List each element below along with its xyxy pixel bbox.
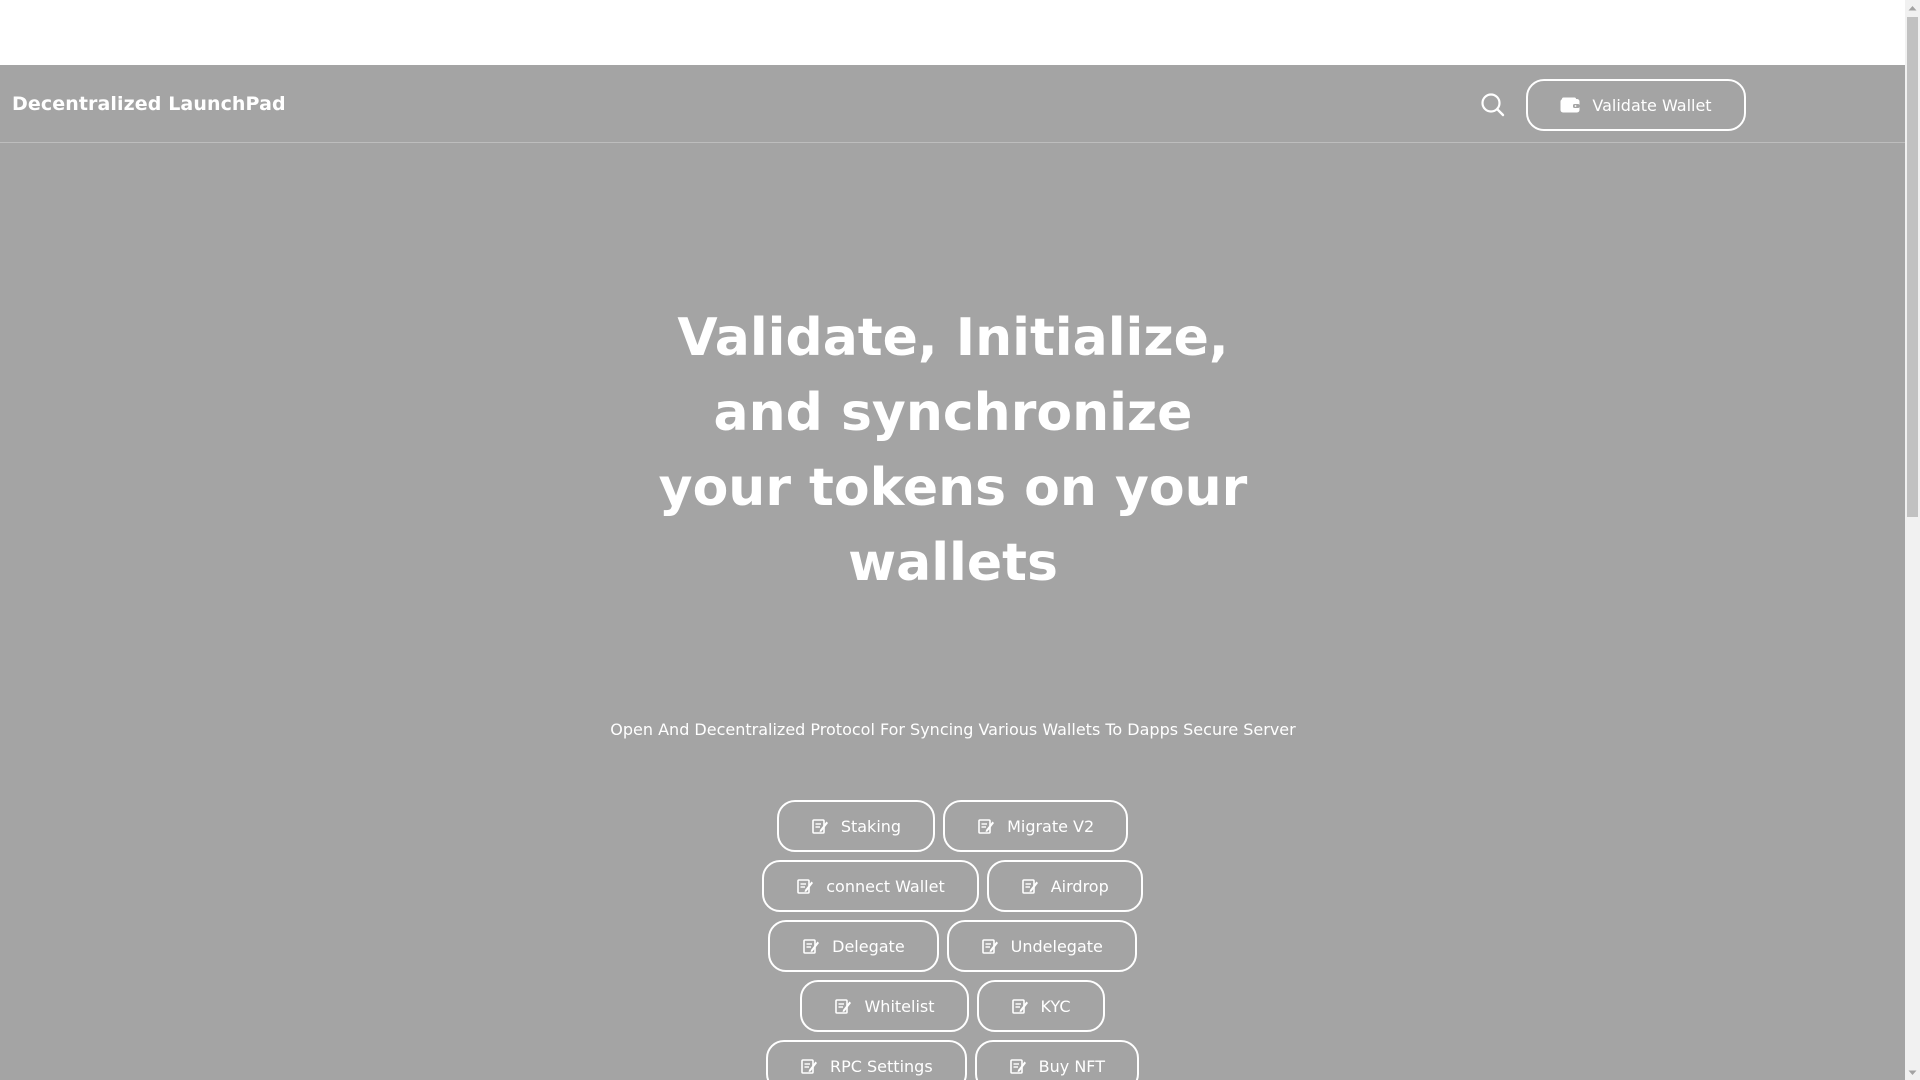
airdrop-button[interactable]: Airdrop	[986, 860, 1143, 912]
note-pencil-icon	[835, 999, 852, 1014]
delegate-label: Delegate	[832, 936, 905, 956]
validate-wallet-label: Validate Wallet	[1592, 95, 1712, 115]
kyc-label: KYC	[1040, 996, 1071, 1016]
note-pencil-icon	[797, 879, 814, 894]
rpc-settings-button[interactable]: RPC Settings	[766, 1040, 967, 1080]
scrollbar-thumb[interactable]	[1907, 17, 1918, 517]
note-pencil-icon	[1011, 999, 1028, 1014]
note-pencil-icon	[978, 819, 995, 834]
scroll-up-arrow-icon[interactable]	[1905, 0, 1920, 15]
migrate-v2-label: Migrate V2	[1007, 816, 1095, 836]
action-button-grid: Staking Migrate V2 connect Wallet Airdro…	[0, 800, 1905, 1080]
staking-label: Staking	[840, 816, 902, 836]
connect-wallet-button[interactable]: connect Wallet	[762, 860, 979, 912]
undelegate-label: Undelegate	[1010, 936, 1103, 956]
hero-title: Validate, Initialize, and synchronize yo…	[658, 308, 1248, 593]
note-pencil-icon	[803, 939, 820, 954]
airdrop-label: Airdrop	[1050, 876, 1109, 896]
note-pencil-icon	[812, 819, 828, 834]
migrate-v2-button[interactable]: Migrate V2	[943, 800, 1129, 852]
whitelist-button[interactable]: Whitelist	[800, 980, 969, 1032]
staking-button[interactable]: Staking	[776, 800, 936, 852]
search-button[interactable]	[1478, 90, 1508, 120]
wallet-icon	[1560, 97, 1580, 113]
buy-nft-button[interactable]: Buy NFT	[974, 1040, 1139, 1080]
search-icon	[1481, 93, 1505, 117]
connect-wallet-label: connect Wallet	[826, 876, 945, 896]
validate-wallet-button[interactable]: Validate Wallet	[1526, 79, 1746, 131]
top-blank-strip	[0, 0, 1905, 65]
delegate-button[interactable]: Delegate	[768, 920, 939, 972]
note-pencil-icon	[801, 1059, 817, 1074]
page-body: Decentralized LaunchPad Validate Wallet …	[0, 65, 1905, 1080]
undelegate-button[interactable]: Undelegate	[946, 920, 1137, 972]
button-row: Whitelist KYC	[800, 980, 1105, 1032]
button-row: RPC Settings Buy NFT	[766, 1040, 1139, 1080]
button-row: Delegate Undelegate	[768, 920, 1137, 972]
hero-subtitle: Open And Decentralized Protocol For Sync…	[610, 720, 1296, 739]
kyc-button[interactable]: KYC	[976, 980, 1105, 1032]
navbar: Decentralized LaunchPad Validate Wallet	[0, 65, 1905, 143]
scroll-down-arrow-icon[interactable]	[1905, 1065, 1920, 1080]
button-row: Staking Migrate V2	[776, 800, 1129, 852]
buy-nft-label: Buy NFT	[1038, 1056, 1105, 1076]
note-pencil-icon	[1021, 879, 1038, 894]
rpc-settings-label: RPC Settings	[830, 1056, 933, 1076]
note-pencil-icon	[981, 939, 998, 954]
vertical-scrollbar[interactable]	[1905, 0, 1920, 1080]
whitelist-label: Whitelist	[864, 996, 935, 1016]
brand-title[interactable]: Decentralized LaunchPad	[12, 65, 286, 143]
note-pencil-icon	[1009, 1059, 1026, 1074]
button-row: connect Wallet Airdrop	[762, 860, 1143, 912]
